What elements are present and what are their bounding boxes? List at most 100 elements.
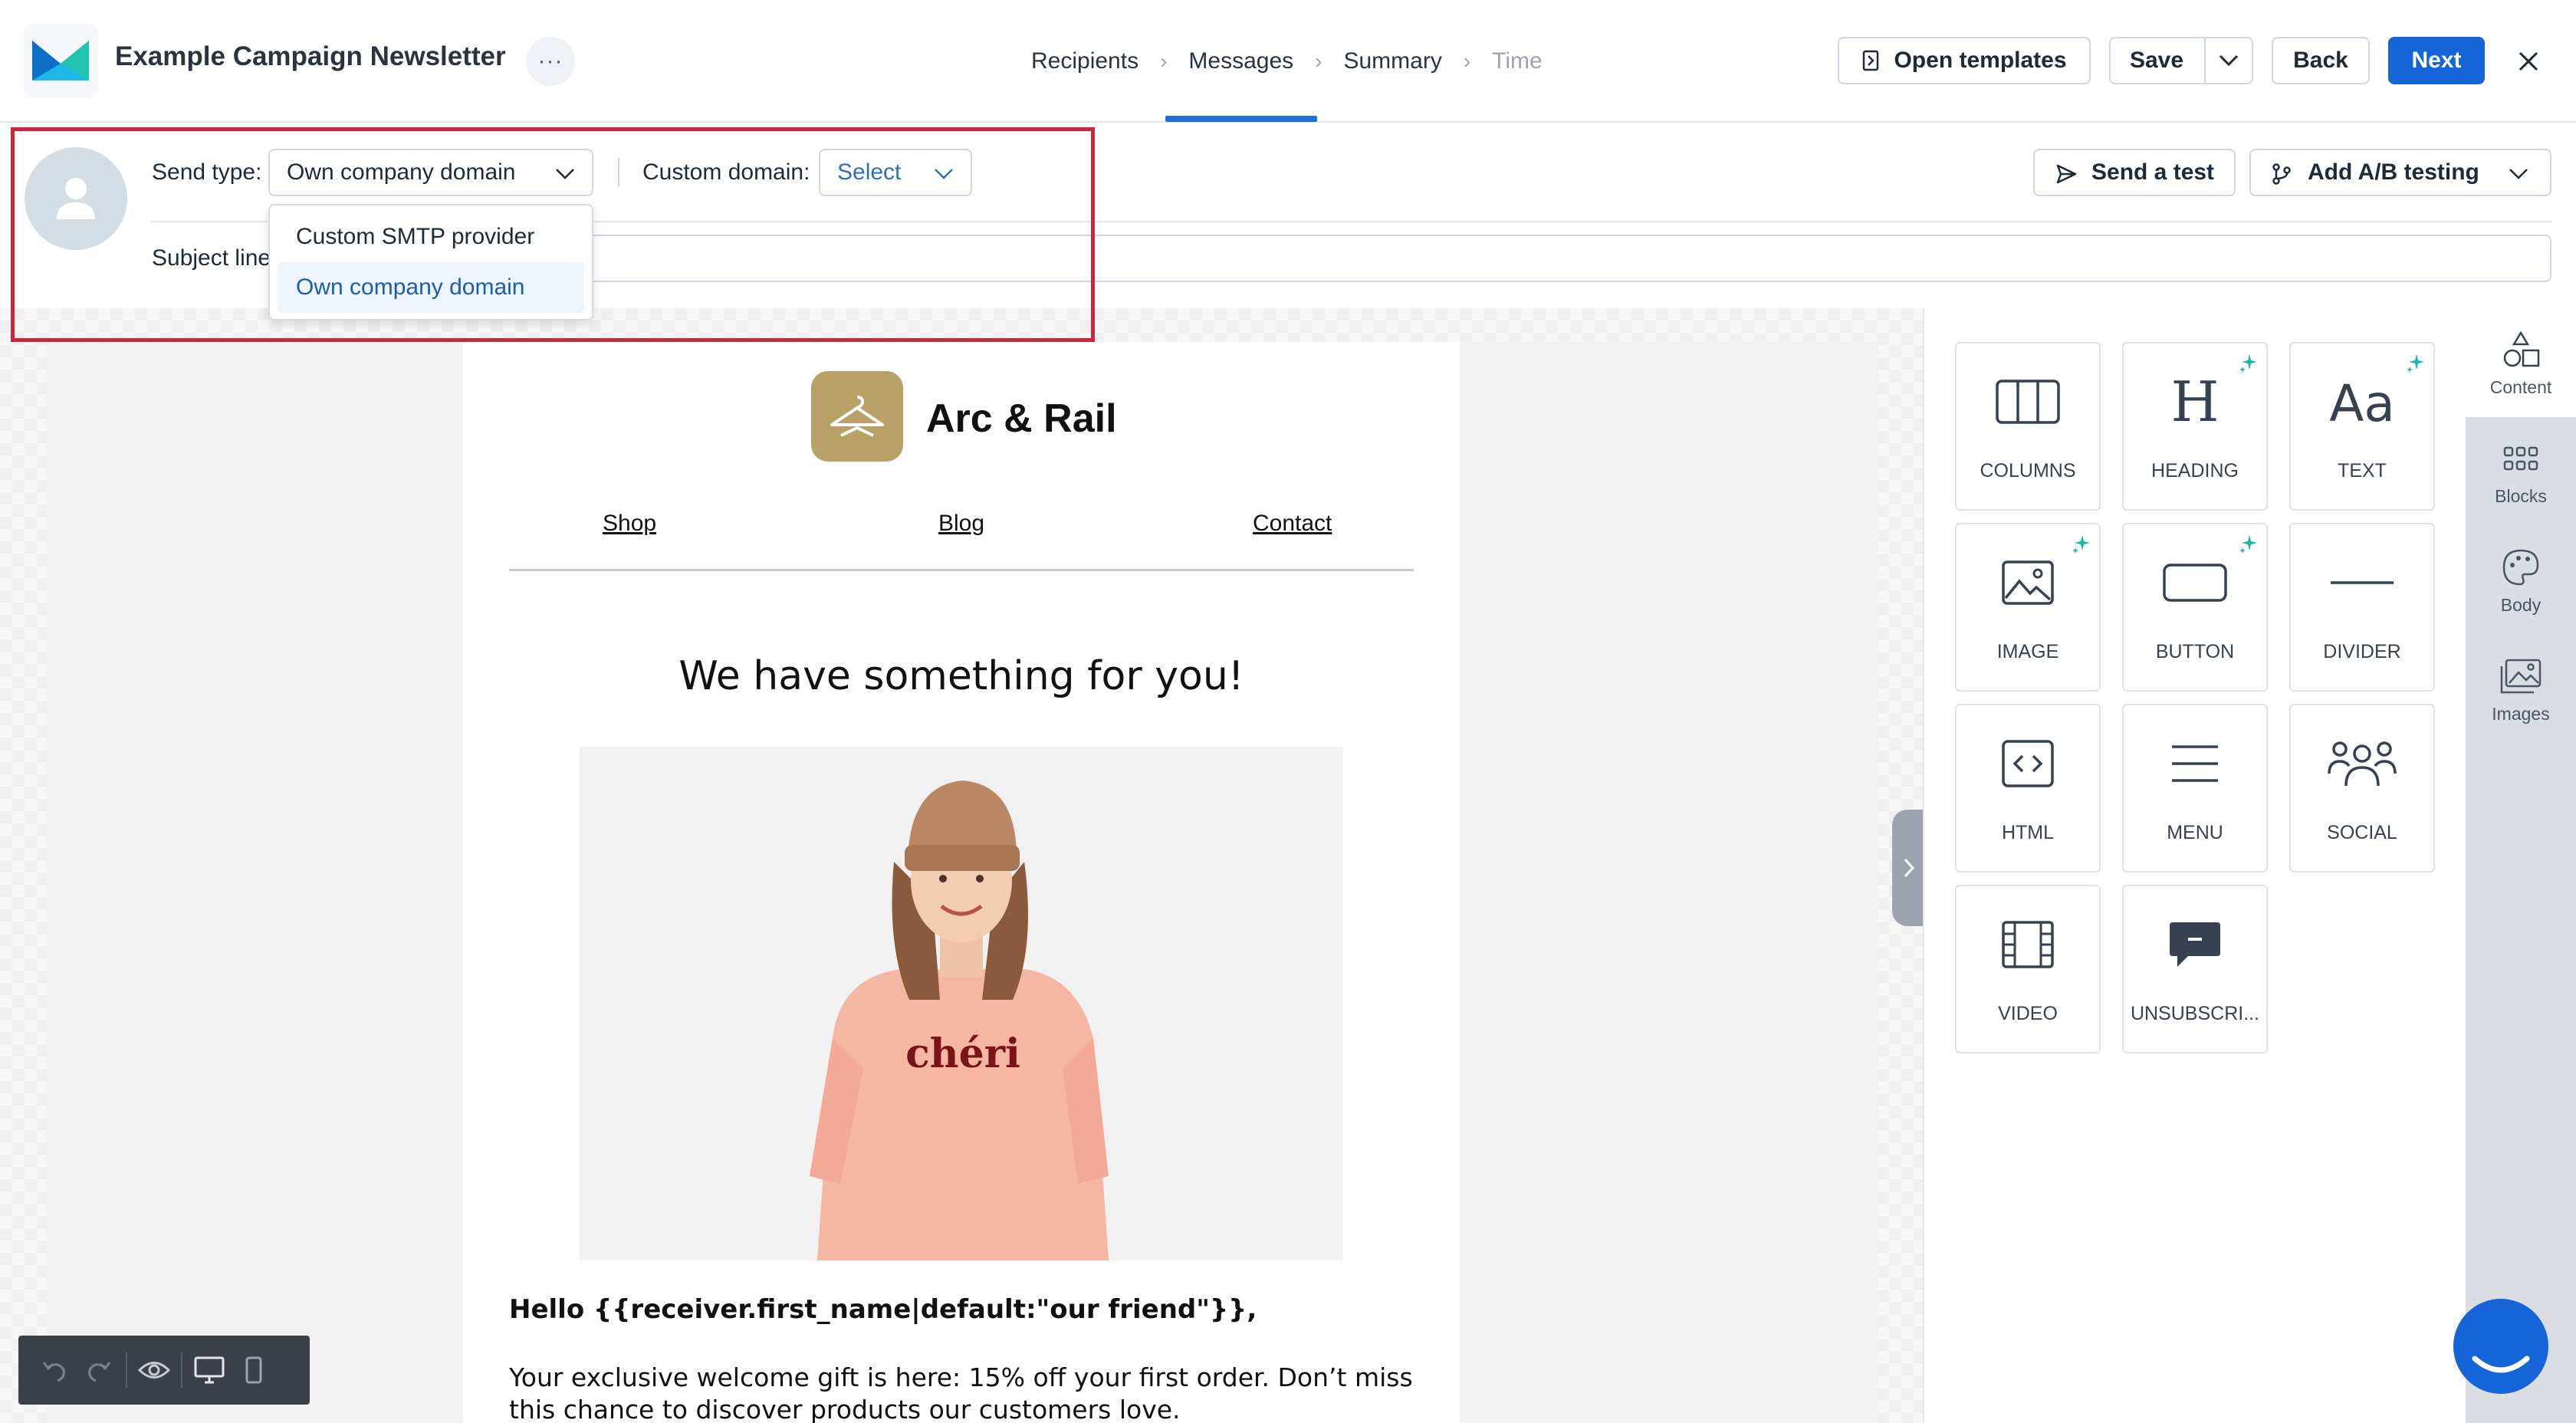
block-menu[interactable]: MENU: [2122, 704, 2268, 873]
open-templates-button[interactable]: Open templates: [1838, 37, 2091, 84]
smile-chat-icon: [2472, 1356, 2530, 1373]
app-logo[interactable]: [23, 23, 98, 98]
sidebar-item-images[interactable]: Images: [2466, 635, 2576, 744]
close-button[interactable]: [2509, 40, 2548, 83]
step-recipients[interactable]: Recipients: [1031, 48, 1138, 74]
block-video[interactable]: VIDEO: [1955, 885, 2101, 1053]
active-step-indicator: [1165, 116, 1317, 122]
editor-toolbar: [18, 1336, 310, 1405]
block-label: HTML: [2001, 822, 2055, 843]
step-summary[interactable]: Summary: [1343, 48, 1441, 74]
email-nav-contact[interactable]: Contact: [1253, 511, 1332, 537]
model-photo-illustration: chéri: [580, 747, 1343, 1260]
send-icon: [2056, 164, 2077, 184]
email-nav-blog[interactable]: Blog: [938, 511, 984, 537]
block-label: IMAGE: [1996, 641, 2059, 662]
undo-icon: [42, 1362, 65, 1382]
eye-icon: [138, 1362, 170, 1379]
chevron-down-icon: [556, 169, 574, 179]
menu-icon: [2172, 745, 2218, 782]
images-icon: [2500, 659, 2542, 694]
chevron-right-icon: [1904, 858, 1915, 878]
svg-text:H: H: [2171, 375, 2220, 429]
chevron-down-icon: [2219, 54, 2239, 67]
brand-logo[interactable]: [811, 371, 903, 462]
block-heading[interactable]: H HEADING: [2122, 342, 2268, 511]
send-test-button[interactable]: Send a test: [2033, 149, 2236, 196]
html-icon: [2002, 740, 2054, 787]
sidebar-label: Blocks: [2495, 486, 2547, 506]
custom-domain-label: Custom domain:: [642, 159, 810, 185]
right-sidebar: Content Blocks Body Images: [2466, 308, 2576, 1423]
step-messages[interactable]: Messages: [1188, 48, 1293, 74]
more-options-button[interactable]: ···: [526, 37, 575, 86]
wizard-steps: Recipients › Messages › Summary › Time: [1031, 43, 1543, 80]
undo-button[interactable]: [32, 1348, 77, 1392]
email-headline[interactable]: We have something for you!: [463, 653, 1460, 699]
sidebar-item-body[interactable]: Body: [2466, 526, 2576, 635]
back-label: Back: [2293, 48, 2348, 73]
option-custom-smtp[interactable]: Custom SMTP provider: [278, 212, 584, 262]
panel-collapse-handle[interactable]: [1892, 810, 1926, 926]
image-icon: [2002, 560, 2054, 605]
block-button[interactable]: BUTTON: [2122, 523, 2268, 692]
field-divider: [618, 158, 619, 187]
redo-icon: [88, 1362, 111, 1382]
block-text[interactable]: Aa TEXT: [2289, 342, 2435, 511]
top-header: Example Campaign Newsletter ··· Recipien…: [0, 0, 2576, 123]
block-html[interactable]: HTML: [1955, 704, 2101, 873]
envelope-logo-icon: [32, 41, 89, 81]
text-icon: Aa: [2329, 375, 2395, 429]
custom-domain-select[interactable]: Select: [819, 149, 972, 196]
next-button[interactable]: Next: [2388, 37, 2485, 84]
block-social[interactable]: SOCIAL: [2289, 704, 2435, 873]
email-greeting[interactable]: Hello {{receiver.first_name|default:"our…: [509, 1294, 1257, 1325]
sidebar-label: Content: [2489, 377, 2552, 397]
option-own-company-domain[interactable]: Own company domain: [278, 262, 584, 313]
block-label: VIDEO: [1998, 1003, 2058, 1024]
block-divider[interactable]: DIVIDER: [2289, 523, 2435, 692]
next-label: Next: [2411, 48, 2462, 73]
email-nav-shop[interactable]: Shop: [603, 511, 656, 537]
campaign-title[interactable]: Example Campaign Newsletter: [115, 41, 506, 72]
desktop-icon: [194, 1356, 225, 1384]
button-icon: [2163, 564, 2227, 602]
chevron-right-icon: ›: [1315, 49, 1322, 73]
brand-name: Arc & Rail: [926, 396, 1117, 441]
step-time[interactable]: Time: [1492, 48, 1543, 74]
mobile-view-button[interactable]: [232, 1348, 276, 1392]
block-label: TEXT: [2338, 460, 2387, 481]
sidebar-item-content[interactable]: Content: [2466, 308, 2576, 417]
divider-icon: [2331, 581, 2394, 584]
sidebar-item-blocks[interactable]: Blocks: [2466, 417, 2576, 526]
chevron-right-icon: ›: [1463, 49, 1471, 73]
sender-avatar[interactable]: [25, 147, 127, 250]
block-unsubscribe[interactable]: UNSUBSCRI...: [2122, 885, 2268, 1053]
columns-icon: [1996, 380, 2060, 424]
ab-testing-button[interactable]: Add A/B testing: [2249, 149, 2551, 196]
block-label: HEADING: [2151, 460, 2239, 481]
template-icon: [1863, 50, 1879, 71]
ai-sparkle-icon: [2239, 535, 2257, 554]
preview-button[interactable]: [132, 1348, 176, 1392]
redo-button[interactable]: [77, 1348, 121, 1392]
unsubscribe-icon: [2170, 922, 2220, 967]
send-type-select[interactable]: Own company domain: [268, 149, 593, 196]
subject-line-input[interactable]: [587, 235, 2551, 282]
ai-sparkle-icon: [2407, 354, 2424, 373]
email-body-text[interactable]: Your exclusive welcome gift is here: 15%…: [509, 1362, 1421, 1423]
send-type-label: Send type:: [152, 159, 262, 185]
block-columns[interactable]: COLUMNS: [1955, 342, 2101, 511]
save-button[interactable]: Save: [2109, 37, 2253, 84]
ab-testing-label: Add A/B testing: [2308, 159, 2479, 185]
save-options-toggle[interactable]: [2204, 38, 2252, 83]
sidebar-label: Images: [2492, 704, 2550, 724]
block-label: DIVIDER: [2323, 641, 2401, 662]
social-icon: [2328, 741, 2397, 787]
desktop-view-button[interactable]: [187, 1348, 232, 1392]
user-icon: [57, 178, 95, 219]
hero-image[interactable]: chéri: [580, 747, 1343, 1260]
chat-support-button[interactable]: [2453, 1299, 2548, 1394]
block-image[interactable]: IMAGE: [1955, 523, 2101, 692]
back-button[interactable]: Back: [2272, 37, 2370, 84]
